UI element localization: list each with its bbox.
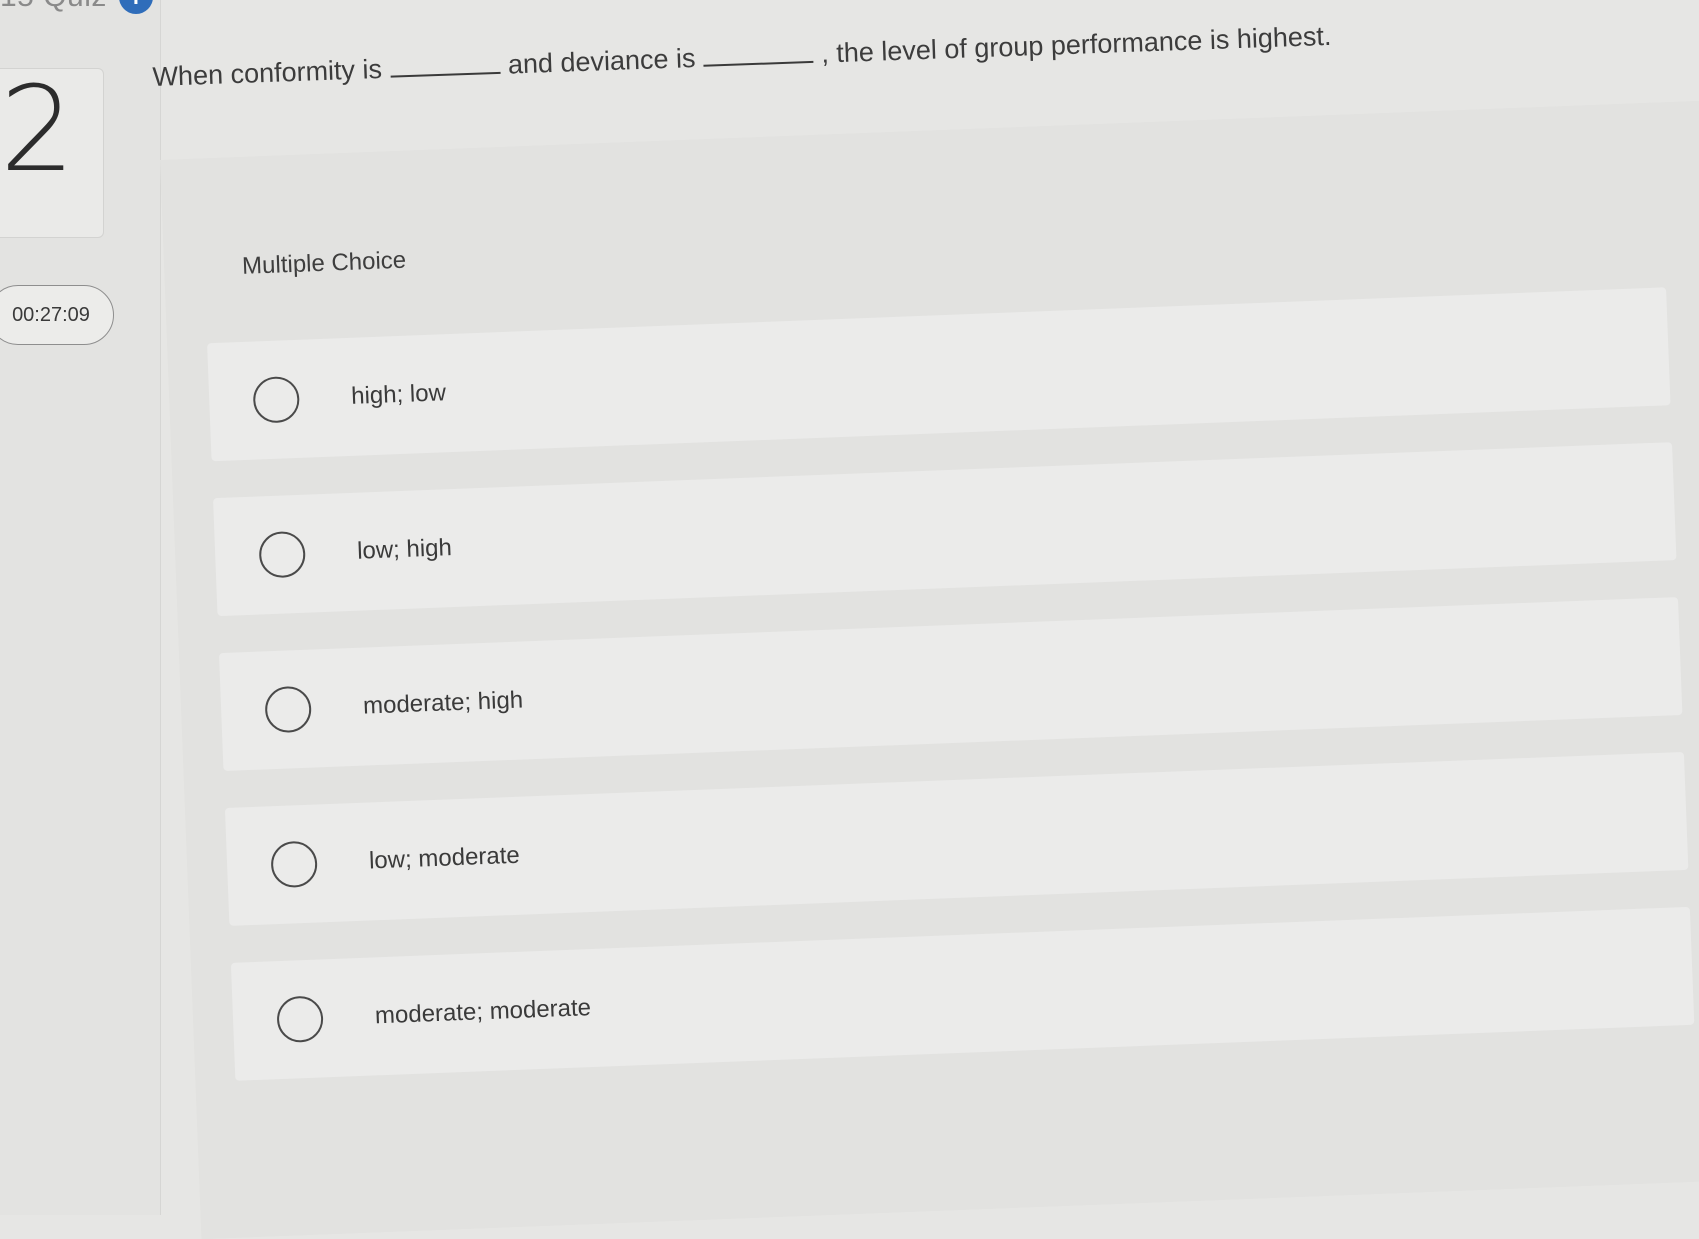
question-text-part3: , the level of group performance is high… bbox=[820, 20, 1332, 69]
quiz-header: 15 Quiz i bbox=[0, 0, 153, 14]
answer-option[interactable]: low; moderate bbox=[224, 751, 1689, 926]
answer-option[interactable]: moderate; moderate bbox=[230, 906, 1695, 1081]
question-prompt: When conformity is and deviance is , the l… bbox=[152, 17, 1452, 93]
answer-type-label: Multiple Choice bbox=[241, 246, 407, 280]
question-sidebar: 15 Quiz i 2 00:27:09 bbox=[0, 0, 161, 1215]
question-number: 2 bbox=[0, 60, 76, 198]
radio-button[interactable] bbox=[270, 840, 319, 889]
answer-option[interactable]: low; high bbox=[213, 442, 1677, 617]
info-icon[interactable]: i bbox=[118, 0, 153, 14]
answer-option[interactable]: moderate; high bbox=[218, 597, 1683, 772]
radio-button[interactable] bbox=[264, 685, 313, 734]
blank-2 bbox=[703, 42, 814, 67]
answer-panel: Multiple Choice high; low low; high mode… bbox=[160, 100, 1699, 1239]
radio-button[interactable] bbox=[276, 995, 324, 1044]
question-text-part2: and deviance is bbox=[507, 43, 696, 80]
radio-button[interactable] bbox=[252, 375, 301, 424]
timer: 00:27:09 bbox=[0, 285, 114, 345]
option-label: low; high bbox=[356, 534, 453, 565]
option-label: moderate; moderate bbox=[374, 994, 592, 1030]
option-label: high; low bbox=[350, 379, 447, 410]
answer-option[interactable]: high; low bbox=[207, 287, 1671, 462]
quiz-title: 15 Quiz bbox=[0, 0, 107, 14]
radio-button[interactable] bbox=[258, 530, 307, 579]
question-text-part1: When conformity is bbox=[152, 53, 383, 92]
option-label: low; moderate bbox=[368, 841, 521, 875]
option-label: moderate; high bbox=[362, 686, 524, 720]
blank-1 bbox=[389, 53, 501, 78]
